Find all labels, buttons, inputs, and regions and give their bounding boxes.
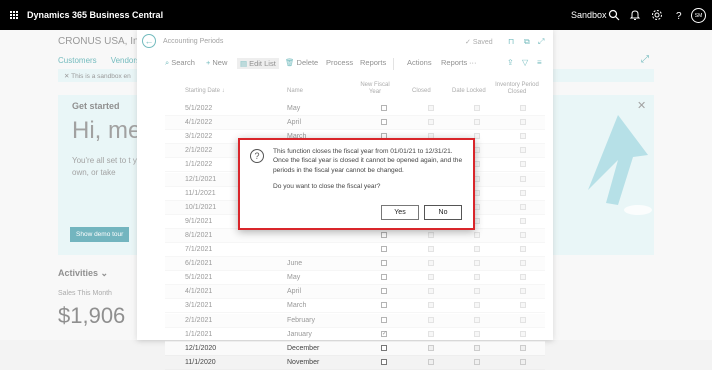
closed-checkbox <box>428 358 434 365</box>
starting-date-cell[interactable]: 11/1/2020 <box>185 359 216 366</box>
help-icon[interactable]: ? <box>673 9 685 21</box>
yes-button[interactable]: Yes <box>381 205 419 220</box>
no-button[interactable]: No <box>424 205 462 220</box>
environment-label: Sandbox <box>571 10 607 20</box>
app-launcher-icon[interactable] <box>10 11 18 19</box>
svg-text:?: ? <box>676 11 682 21</box>
new-fiscal-year-checkbox[interactable] <box>381 358 387 365</box>
closed-checkbox <box>428 344 434 351</box>
gear-icon[interactable] <box>651 9 663 21</box>
avatar[interactable]: SM <box>691 8 706 23</box>
date-locked-checkbox <box>474 344 480 351</box>
bell-icon[interactable] <box>629 9 641 21</box>
date-locked-checkbox <box>474 358 480 365</box>
inventory-period-closed-checkbox <box>520 358 526 365</box>
inventory-period-closed-checkbox <box>520 344 526 351</box>
confirm-dialog: ? This function closes the fiscal year f… <box>238 138 475 230</box>
dialog-message: This function closes the fiscal year fro… <box>273 148 463 174</box>
name-cell[interactable]: December <box>287 345 319 352</box>
starting-date-cell[interactable]: 12/1/2020 <box>185 345 216 352</box>
name-cell[interactable]: November <box>287 359 319 366</box>
new-fiscal-year-checkbox[interactable] <box>381 344 387 351</box>
table-row[interactable]: 11/1/2020 November <box>165 356 545 370</box>
search-icon[interactable] <box>608 9 620 21</box>
top-bar: Dynamics 365 Business Central Sandbox ? … <box>0 0 712 30</box>
dialog-question: Do you want to close the fiscal year? <box>273 183 381 190</box>
app-title[interactable]: Dynamics 365 Business Central <box>27 10 163 20</box>
table-row[interactable]: 12/1/2020 December <box>165 341 545 356</box>
question-icon: ? <box>250 149 264 163</box>
